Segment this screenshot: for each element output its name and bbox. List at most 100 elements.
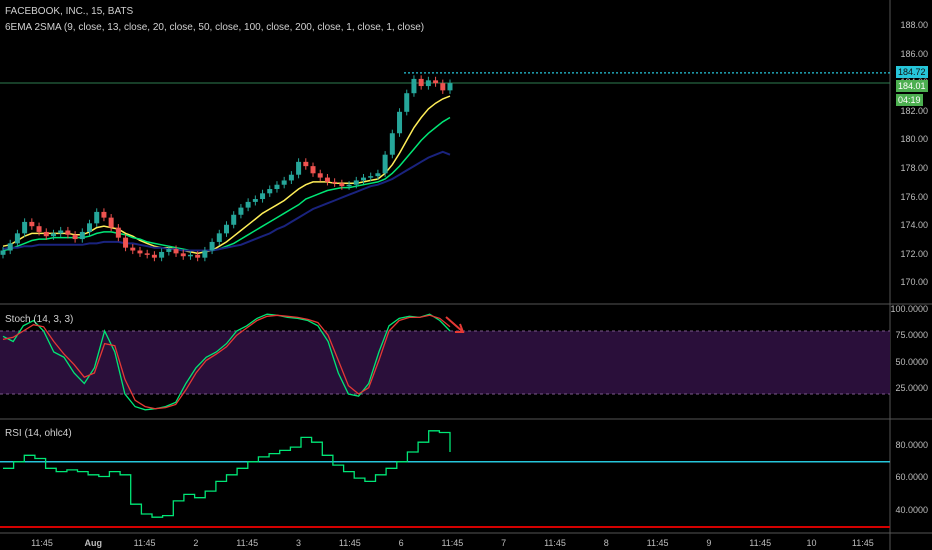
rsi-line — [3, 430, 451, 518]
candle — [425, 80, 431, 87]
candle — [231, 214, 237, 225]
stoch-tick-label: 75.0000 — [895, 330, 928, 341]
time-tick-label: 11:45 — [133, 538, 156, 548]
chart-window: FACEBOOK, INC., 15, BATS 6EMA 2SMA (9, c… — [0, 0, 932, 550]
price-tick-label: 176.00 — [900, 191, 928, 202]
candle — [7, 243, 13, 251]
candle — [252, 199, 258, 202]
candle — [173, 249, 179, 254]
candle — [108, 217, 114, 228]
time-tick-label: 11:45 — [338, 538, 361, 548]
candle — [353, 180, 359, 185]
rsi-pane-title[interactable]: RSI (14, ohlc4) — [5, 428, 72, 439]
candle — [216, 233, 222, 242]
time-tick-label: 2 — [193, 538, 199, 548]
candle — [0, 250, 6, 255]
candle — [14, 233, 20, 244]
time-tick-label: 6 — [398, 538, 404, 548]
time-tick-label: 8 — [603, 538, 609, 548]
symbol-title: FACEBOOK, INC., 15, BATS — [5, 6, 134, 17]
candle — [79, 231, 85, 240]
candle — [36, 226, 42, 232]
candle — [260, 193, 266, 200]
candle — [50, 233, 56, 237]
candle — [324, 177, 330, 182]
rsi-tick-label: 80.0000 — [895, 439, 928, 450]
candle — [202, 250, 208, 258]
candle — [418, 78, 424, 87]
countdown-tag: 04:19 — [896, 94, 923, 106]
candle — [187, 254, 193, 257]
stoch-band — [0, 331, 890, 394]
candle — [303, 161, 309, 167]
chart-canvas[interactable] — [0, 0, 932, 550]
time-tick-label: 11:45 — [749, 538, 772, 548]
last-price-tag: 184.01 — [896, 80, 928, 92]
candle — [332, 181, 338, 184]
time-tick-label: 10 — [806, 538, 817, 548]
time-tick-label: 9 — [706, 538, 712, 548]
candle — [346, 184, 352, 187]
candle — [339, 183, 345, 187]
candle — [43, 231, 49, 237]
time-tick-label: 11:45 — [646, 538, 669, 548]
candle — [296, 161, 302, 175]
candle — [238, 207, 244, 215]
candle — [22, 221, 28, 234]
candle — [433, 80, 439, 84]
price-tick-label: 180.00 — [900, 134, 928, 145]
time-tick-label: 11:45 — [31, 538, 53, 548]
candle — [195, 254, 201, 258]
price-tick-label: 182.00 — [900, 105, 928, 116]
candle — [209, 241, 215, 251]
candle — [267, 189, 273, 194]
candle — [397, 111, 403, 134]
candle — [245, 201, 251, 208]
candle — [29, 221, 35, 227]
candle — [166, 249, 172, 252]
time-tick-label: 3 — [295, 538, 302, 548]
candle — [123, 237, 129, 248]
indicator-legend[interactable]: 6EMA 2SMA (9, close, 13, close, 20, clos… — [5, 22, 424, 33]
price-tick-label: 174.00 — [900, 220, 928, 231]
candle — [310, 166, 316, 174]
candle — [288, 174, 294, 181]
candle — [101, 211, 107, 218]
time-tick-label: Aug — [84, 538, 103, 548]
stoch-tick-label: 50.0000 — [895, 356, 928, 367]
candle — [144, 253, 150, 255]
candle — [94, 211, 100, 224]
candle — [360, 177, 366, 181]
candle — [317, 173, 323, 178]
candle — [375, 173, 381, 177]
rsi-tick-label: 40.0000 — [895, 504, 928, 515]
candle — [58, 230, 64, 234]
price-tick-label: 172.00 — [900, 248, 928, 259]
candle — [180, 253, 186, 257]
candle — [130, 247, 136, 251]
time-tick-label: 11:45 — [544, 538, 566, 548]
candle — [382, 154, 388, 174]
candle — [159, 251, 165, 258]
candle — [137, 250, 143, 254]
candle — [447, 83, 453, 91]
candle — [404, 93, 410, 112]
stoch-pane-title[interactable]: Stoch (14, 3, 3) — [5, 314, 73, 325]
stoch-tick-label: 25.0000 — [895, 382, 928, 393]
price-tick-label: 186.00 — [900, 48, 928, 59]
price-tick-label: 170.00 — [900, 277, 928, 288]
candle — [411, 78, 417, 94]
candle — [440, 83, 446, 91]
candle — [274, 184, 280, 190]
rsi-tick-label: 60.0000 — [895, 472, 928, 483]
candle — [115, 227, 121, 238]
candle — [389, 133, 395, 155]
time-tick-label: 7 — [501, 538, 507, 548]
candle — [72, 234, 78, 240]
time-tick-label: 11:45 — [236, 538, 259, 548]
time-tick-label: 11:45 — [851, 538, 874, 548]
candle — [281, 180, 287, 185]
time-tick-label: 11:45 — [441, 538, 464, 548]
candle — [224, 224, 229, 234]
candle — [368, 176, 374, 178]
